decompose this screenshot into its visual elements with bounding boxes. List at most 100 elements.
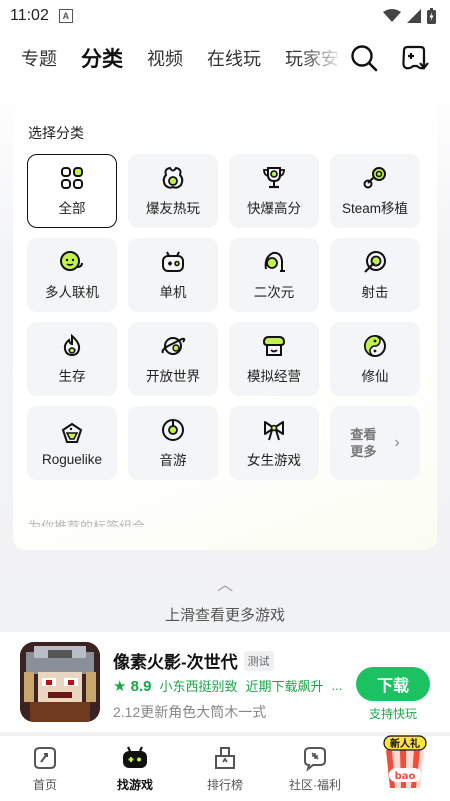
chevron-right-icon: › xyxy=(394,434,400,451)
category-card: 选择分类 全部 爆友热玩 快爆高分 Steam移植 多人联机 单机 二次元 射击… xyxy=(13,101,437,550)
category-single-player[interactable]: 单机 xyxy=(128,238,218,312)
target-icon xyxy=(364,251,386,273)
category-label: 修仙 xyxy=(361,369,389,384)
tab-category[interactable]: 分类 xyxy=(81,43,123,73)
trophy-icon xyxy=(263,167,285,189)
download-button[interactable]: 下载 xyxy=(356,667,430,701)
gamepad-icon xyxy=(162,251,184,272)
category-xiuxian[interactable]: 修仙 xyxy=(330,322,420,396)
category-label: 单机 xyxy=(159,285,187,300)
category-label: 二次元 xyxy=(253,285,295,300)
nav-home-label: 首页 xyxy=(32,778,57,792)
tab-topic[interactable]: 专题 xyxy=(21,45,57,71)
nav-community[interactable]: 社区·福利 xyxy=(270,736,360,801)
top-tabs: 专题 分类 视频 在线玩 玩家安 xyxy=(21,43,341,73)
category-title: 选择分类 xyxy=(28,125,84,141)
game-meta-ellipsis: ... xyxy=(331,678,343,693)
category-grid: 全部 爆友热玩 快爆高分 Steam移植 多人联机 单机 二次元 射击 生存 开… xyxy=(27,154,420,480)
disc-icon xyxy=(162,419,184,441)
bow-icon xyxy=(264,421,284,441)
category-label: 生存 xyxy=(58,369,86,384)
category-label: 爆友热玩 xyxy=(146,201,200,216)
tab-online-play[interactable]: 在线玩 xyxy=(207,45,261,71)
new-user-gift-icon: 新人礼 bao xyxy=(383,732,427,788)
game-title-text: 像素火影-次世代 xyxy=(113,653,238,672)
category-simulation[interactable]: 模拟经营 xyxy=(229,322,319,396)
category-label: 射击 xyxy=(361,285,389,300)
game-item[interactable]: 像素火影-次世代 测试 ★ 8.9 小东西挺别致 近期下载飙升 ... 2.12… xyxy=(0,632,450,732)
category-shooter[interactable]: 射击 xyxy=(330,238,420,312)
tabs-fade xyxy=(300,32,344,84)
anime-icon xyxy=(264,251,285,272)
status-bar: 11:02 A xyxy=(0,0,450,32)
grid-icon xyxy=(61,167,83,189)
chevron-up-icon: ︿ xyxy=(216,577,233,594)
quick-play-label: 支持快玩 xyxy=(368,707,417,721)
category-anime[interactable]: 二次元 xyxy=(229,238,319,312)
tab-video[interactable]: 视频 xyxy=(147,45,183,71)
nav-new-user-gift[interactable]: 新人礼 bao xyxy=(360,732,450,801)
view-more-button[interactable]: 查看更多 › xyxy=(330,406,420,480)
category-label: 音游 xyxy=(159,453,187,468)
nav-ranking[interactable]: 排行榜 xyxy=(180,736,270,801)
recommend-tags-label: 为你推荐的标签组合 xyxy=(28,519,146,527)
rank-icon xyxy=(215,747,235,769)
game-score: ★ 8.9 xyxy=(113,677,151,695)
game-cover-image[interactable] xyxy=(20,642,100,722)
nav-ranking-label: 排行榜 xyxy=(206,778,243,792)
game-meta: ★ 8.9 小东西挺别致 近期下载飙升 ... xyxy=(113,676,348,695)
game-score-value: 8.9 xyxy=(130,677,152,695)
promo-bottom-text: bao xyxy=(395,771,416,782)
game-hot-tag: 近期下载飙升 xyxy=(245,679,324,694)
multiplayer-icon xyxy=(60,251,83,271)
fire-icon xyxy=(63,333,81,357)
category-label: 全部 xyxy=(58,201,86,216)
category-music[interactable]: 音游 xyxy=(128,406,218,480)
category-steam[interactable]: Steam移植 xyxy=(330,154,420,228)
category-label: 模拟经营 xyxy=(247,369,301,384)
game-download-icon[interactable] xyxy=(400,44,430,72)
swipe-hint-text: 上滑查看更多游戏 xyxy=(164,607,285,624)
battery-icon xyxy=(427,8,436,24)
nav-find-game-label: 找游戏 xyxy=(116,778,153,792)
game-update-desc: 2.12更新角色大筒木一式 xyxy=(113,704,267,720)
signal-icon xyxy=(407,9,421,23)
swipe-up-hint[interactable]: ︿ 上滑查看更多游戏 xyxy=(0,578,450,625)
search-icon[interactable] xyxy=(350,44,378,72)
planet-icon xyxy=(161,337,186,355)
bag-icon xyxy=(162,166,184,189)
category-label: 女生游戏 xyxy=(247,453,301,468)
home-icon xyxy=(34,747,56,769)
category-multiplayer[interactable]: 多人联机 xyxy=(27,238,117,312)
category-label: Roguelike xyxy=(41,451,103,467)
find-game-icon xyxy=(123,746,147,768)
category-hot-play[interactable]: 爆友热玩 xyxy=(128,154,218,228)
category-label: 开放世界 xyxy=(146,369,200,384)
bottom-nav: 首页 找游戏 排行榜 社区·福利 新人礼 bao xyxy=(0,732,450,801)
notification-a-icon: A xyxy=(58,9,73,23)
top-nav: 专题 分类 视频 在线玩 玩家安 xyxy=(0,32,450,84)
category-label: 多人联机 xyxy=(45,285,99,300)
category-high-score[interactable]: 快爆高分 xyxy=(229,154,319,228)
category-label: Steam移植 xyxy=(341,201,409,216)
view-more-label: 查看更多 xyxy=(350,427,377,459)
nav-find-game[interactable]: 找游戏 xyxy=(90,736,180,801)
steam-icon xyxy=(363,167,386,189)
category-label: 快爆高分 xyxy=(247,201,301,216)
game-title[interactable]: 像素火影-次世代 测试 xyxy=(113,648,274,673)
category-girl-games[interactable]: 女生游戏 xyxy=(229,406,319,480)
category-survival[interactable]: 生存 xyxy=(27,322,117,396)
nav-home[interactable]: 首页 xyxy=(0,736,90,801)
community-icon xyxy=(304,747,326,772)
game-developer: 小东西挺别致 xyxy=(159,679,238,694)
test-badge: 测试 xyxy=(243,650,274,671)
yinyang-icon xyxy=(364,335,386,357)
nav-community-label: 社区·福利 xyxy=(289,778,341,792)
status-time: 11:02 xyxy=(10,7,49,24)
dice-icon xyxy=(61,422,83,443)
category-all[interactable]: 全部 xyxy=(27,154,117,228)
star-icon: ★ xyxy=(113,677,127,695)
category-roguelike[interactable]: Roguelike xyxy=(27,406,117,480)
category-open-world[interactable]: 开放世界 xyxy=(128,322,218,396)
shop-icon xyxy=(262,336,286,356)
